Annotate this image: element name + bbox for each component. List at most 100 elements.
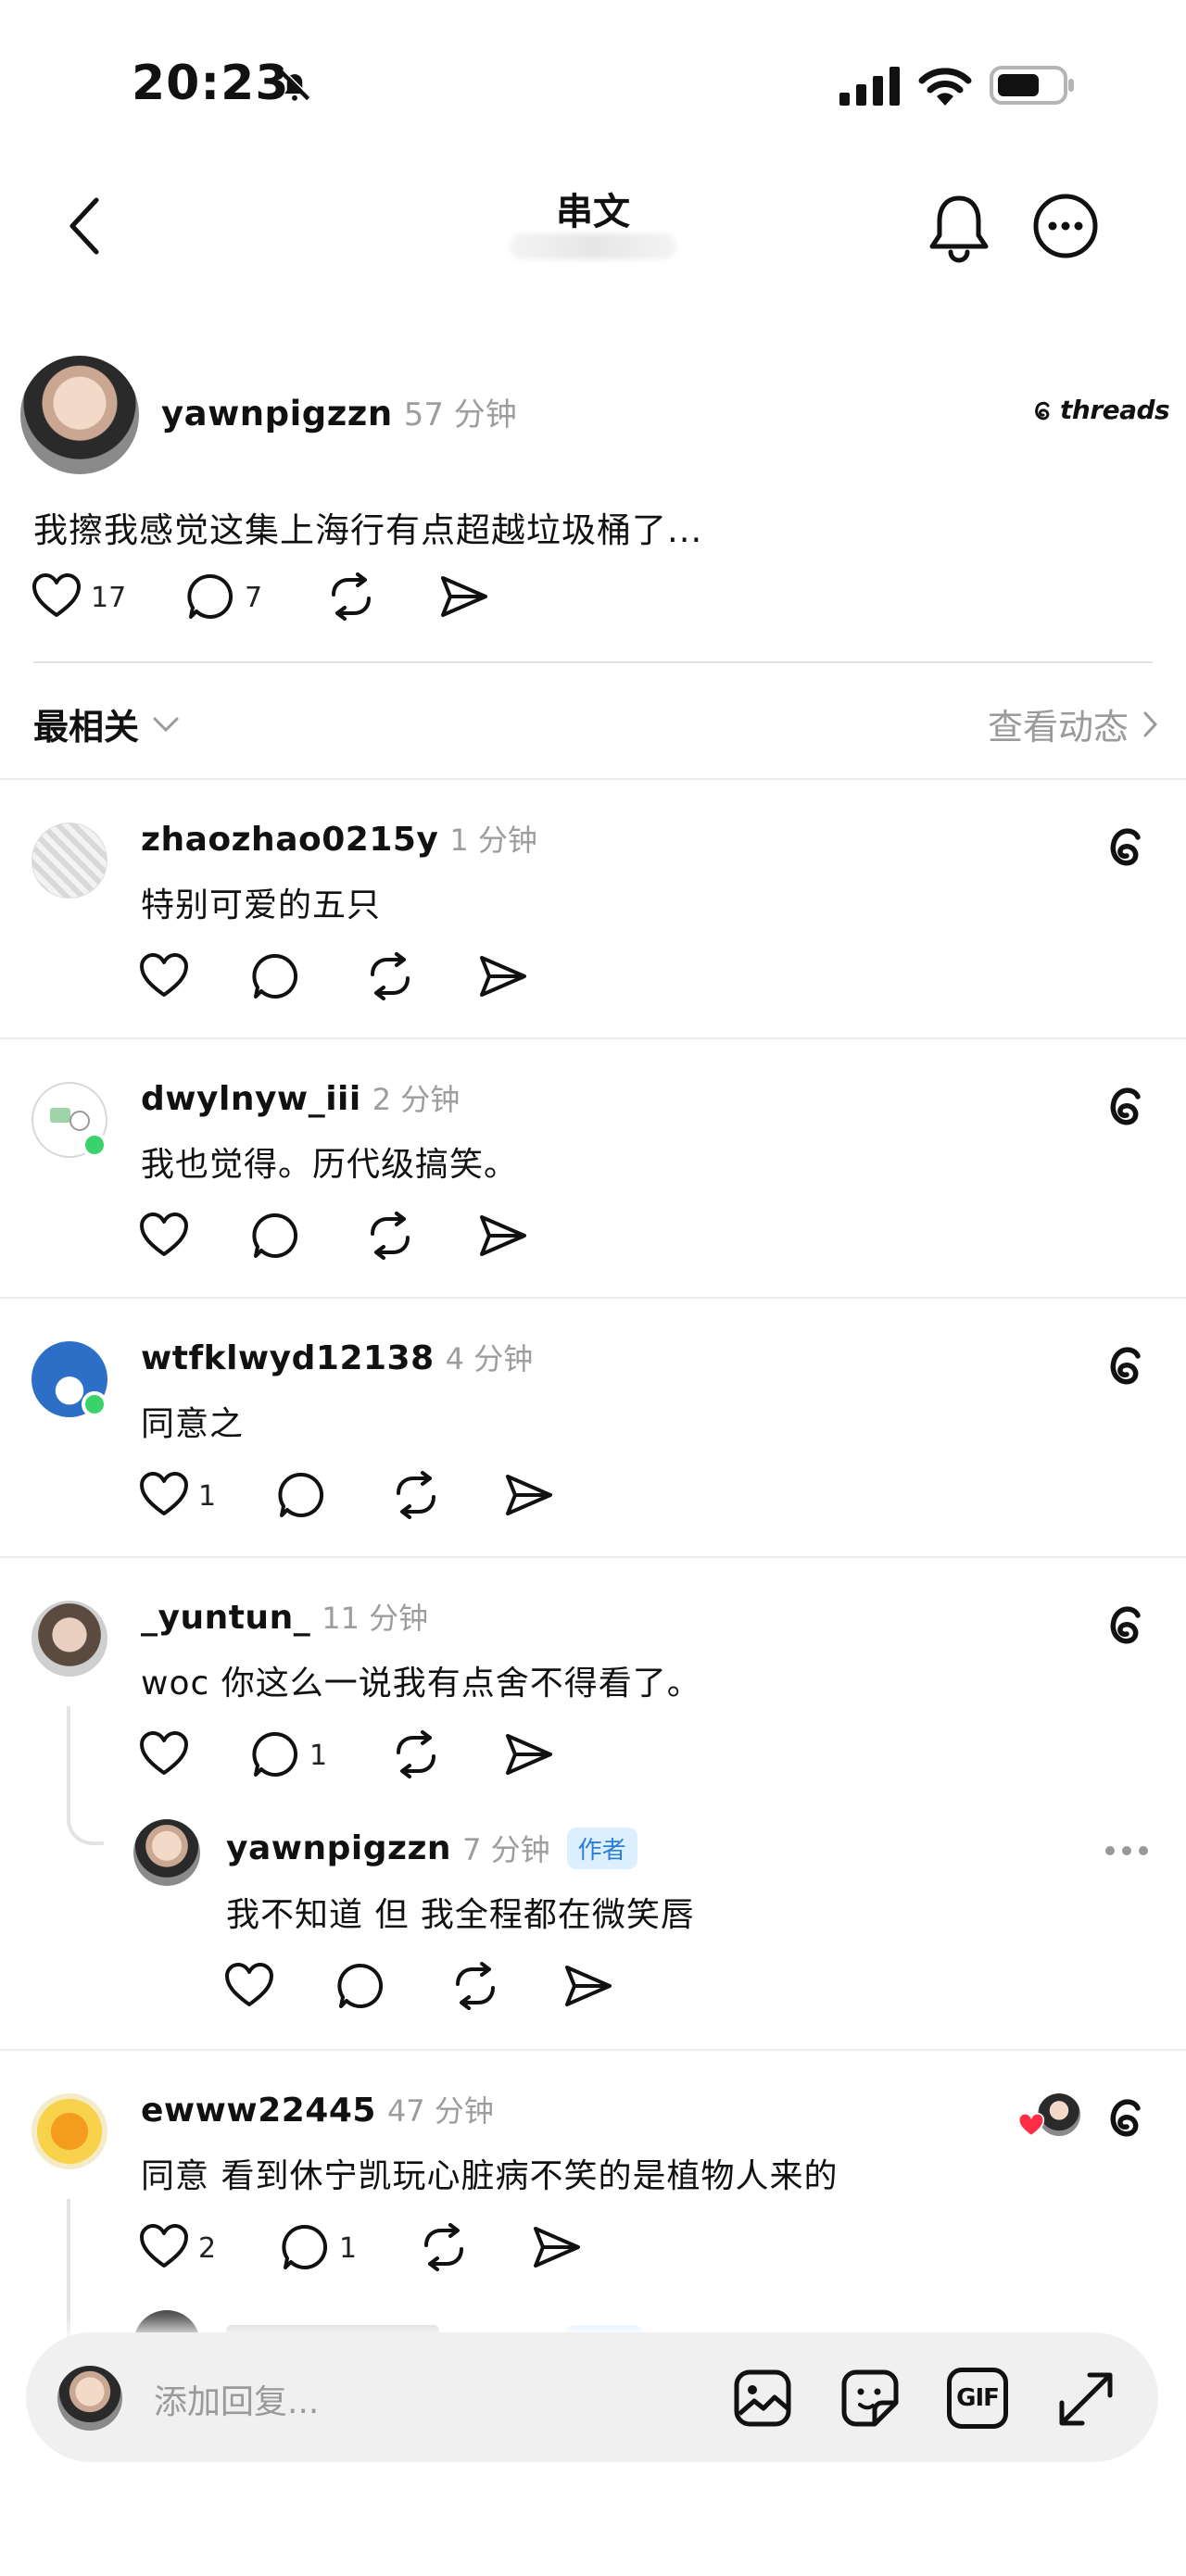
sort-label: 最相关 — [33, 707, 140, 748]
reply-text: 我不知道 但 我全程都在微笑唇 — [226, 1896, 695, 1934]
like-heart-icon[interactable] — [224, 1962, 274, 2008]
avatar-illustration-icon — [46, 1100, 93, 1137]
repost-icon[interactable] — [391, 1471, 441, 1519]
share-send-icon[interactable] — [478, 1213, 528, 1258]
like-heart-icon[interactable] — [139, 952, 189, 999]
author-liked-indicator — [1017, 2093, 1080, 2140]
reply-time: 7 分钟 — [462, 1832, 550, 1867]
sort-bar: 最相关 查看动态 — [0, 685, 1186, 769]
image-icon[interactable] — [732, 2368, 793, 2429]
sticker-icon[interactable] — [839, 2368, 901, 2429]
comment-header: dwylnyw_iii 2 分钟 — [141, 1076, 460, 1119]
repost-icon[interactable] — [326, 572, 376, 621]
reply-username[interactable]: yawnpigzzn — [226, 1829, 451, 1867]
share-send-icon[interactable] — [532, 2225, 582, 2269]
bell-muted-icon — [274, 65, 315, 106]
share-send-icon[interactable] — [563, 1964, 613, 2008]
main-post: yawnpigzzn 57 分钟 threads 我擦我感觉这集上海行有点超越垃… — [0, 343, 1186, 648]
post-reply-count: 7 — [245, 582, 263, 614]
reply-bubble-icon[interactable] — [187, 572, 235, 621]
comment-item: _yuntun_ 11 分钟 woc 你这么一说我有点舍不得看了。 1 yawn… — [0, 1558, 1186, 2049]
comment-item: zhaozhao0215y 1 分钟 特别可爱的五只 — [0, 780, 1186, 1037]
gif-button[interactable]: GIF — [947, 2368, 1008, 2429]
comment-header: wtfklwyd12138 4 分钟 — [141, 1336, 533, 1378]
nested-reply: yawnpigzzn 7 分钟 作者 我不知道 但 我全程都在微笑唇 — [0, 1808, 1186, 2040]
reply-header: yawnpigzzn 7 分钟 作者 — [226, 1827, 637, 1869]
reply-bubble-icon[interactable] — [252, 952, 300, 1000]
more-options-icon[interactable] — [1032, 193, 1099, 259]
reply-bubble-icon[interactable] — [278, 1471, 326, 1519]
back-chevron-icon[interactable] — [67, 196, 104, 256]
reply-input[interactable]: 添加回复... — [154, 2375, 710, 2423]
chevron-right-icon — [1142, 710, 1158, 738]
comment-item: wtfklwyd12138 4 分钟 同意之 1 — [0, 1299, 1186, 1556]
repost-icon[interactable] — [419, 2223, 469, 2271]
like-heart-icon[interactable] — [139, 1730, 189, 1777]
like-heart-icon[interactable] — [139, 2223, 189, 2269]
comment-username[interactable]: zhaozhao0215y — [141, 821, 438, 859]
threads-logo-icon[interactable] — [1101, 1339, 1153, 1391]
threads-logo-icon[interactable] — [1101, 2092, 1153, 2143]
repost-icon[interactable] — [391, 1730, 441, 1778]
threads-logo-icon[interactable] — [1101, 821, 1153, 873]
threads-logo-icon[interactable] — [1101, 1599, 1153, 1651]
repost-icon[interactable] — [365, 1212, 415, 1260]
avatar[interactable] — [32, 2093, 107, 2169]
post-text: 我擦我感觉这集上海行有点超越垃圾桶了... — [33, 510, 703, 550]
avatar[interactable] — [133, 1819, 200, 1886]
like-heart-icon[interactable] — [32, 572, 82, 619]
battery-icon — [990, 65, 1075, 106]
notification-bell-icon[interactable] — [927, 193, 991, 263]
share-send-icon[interactable] — [504, 1732, 554, 1777]
avatar — [57, 2366, 122, 2431]
comment-time: 11 分钟 — [322, 1601, 429, 1636]
comment-time: 2 分钟 — [372, 1082, 461, 1117]
reply-more-icon[interactable] — [1104, 1845, 1149, 1856]
share-send-icon[interactable] — [439, 574, 489, 619]
header: 串文 — [0, 157, 1186, 296]
threads-logo-icon[interactable] — [1101, 1080, 1153, 1132]
post-username[interactable]: yawnpigzzn — [161, 394, 393, 434]
post-divider — [33, 661, 1153, 663]
comment-text: 我也觉得。历代级搞笑。 — [141, 1146, 519, 1184]
reply-composer: 添加回复... GIF — [26, 2332, 1158, 2462]
repost-icon[interactable] — [450, 1962, 500, 2010]
share-send-icon[interactable] — [504, 1473, 554, 1517]
threads-source[interactable]: threads — [1030, 395, 1170, 425]
sort-dropdown[interactable]: 最相关 — [33, 698, 180, 749]
signal-icon — [839, 67, 901, 106]
comment-time: 1 分钟 — [449, 823, 537, 858]
comment-username[interactable]: dwylnyw_iii — [141, 1080, 361, 1118]
online-status-dot — [82, 1391, 107, 1417]
repost-icon[interactable] — [365, 952, 415, 1000]
reply-bubble-icon[interactable] — [337, 1962, 385, 2010]
comment-header: _yuntun_ 11 分钟 — [141, 1595, 428, 1638]
like-heart-icon[interactable] — [139, 1471, 189, 1517]
comment-text: 同意 看到休宁凯玩心脏病不笑的是植物人来的 — [141, 2157, 839, 2195]
status-bar: 20:23 — [0, 0, 1186, 157]
avatar[interactable] — [32, 823, 107, 898]
comment-username[interactable]: ewww22445 — [141, 2092, 376, 2130]
post-like-count: 17 — [91, 582, 127, 614]
reply-bubble-icon[interactable] — [282, 2223, 330, 2271]
avatar[interactable] — [20, 356, 139, 474]
online-status-dot — [82, 1132, 107, 1158]
avatar[interactable] — [32, 1601, 107, 1677]
wifi-icon — [917, 65, 973, 106]
thread-line — [67, 2199, 70, 2356]
comment-time: 4 分钟 — [445, 1341, 534, 1376]
comment-username[interactable]: _yuntun_ — [141, 1599, 310, 1637]
view-activity-link[interactable]: 查看动态 — [988, 698, 1158, 749]
expand-icon[interactable] — [1056, 2369, 1116, 2429]
threads-label: threads — [1060, 395, 1170, 425]
comment-reply-count: 1 — [309, 1740, 328, 1772]
comment-username[interactable]: wtfklwyd12138 — [141, 1339, 435, 1377]
comment-text: 同意之 — [141, 1405, 245, 1443]
comment-text: woc 你这么一说我有点舍不得看了。 — [141, 1665, 701, 1703]
page-title: 串文 — [556, 191, 630, 233]
share-send-icon[interactable] — [478, 954, 528, 999]
reply-bubble-icon[interactable] — [252, 1212, 300, 1260]
view-activity-label: 查看动态 — [987, 707, 1129, 748]
reply-bubble-icon[interactable] — [252, 1730, 300, 1778]
like-heart-icon[interactable] — [139, 1212, 189, 1258]
